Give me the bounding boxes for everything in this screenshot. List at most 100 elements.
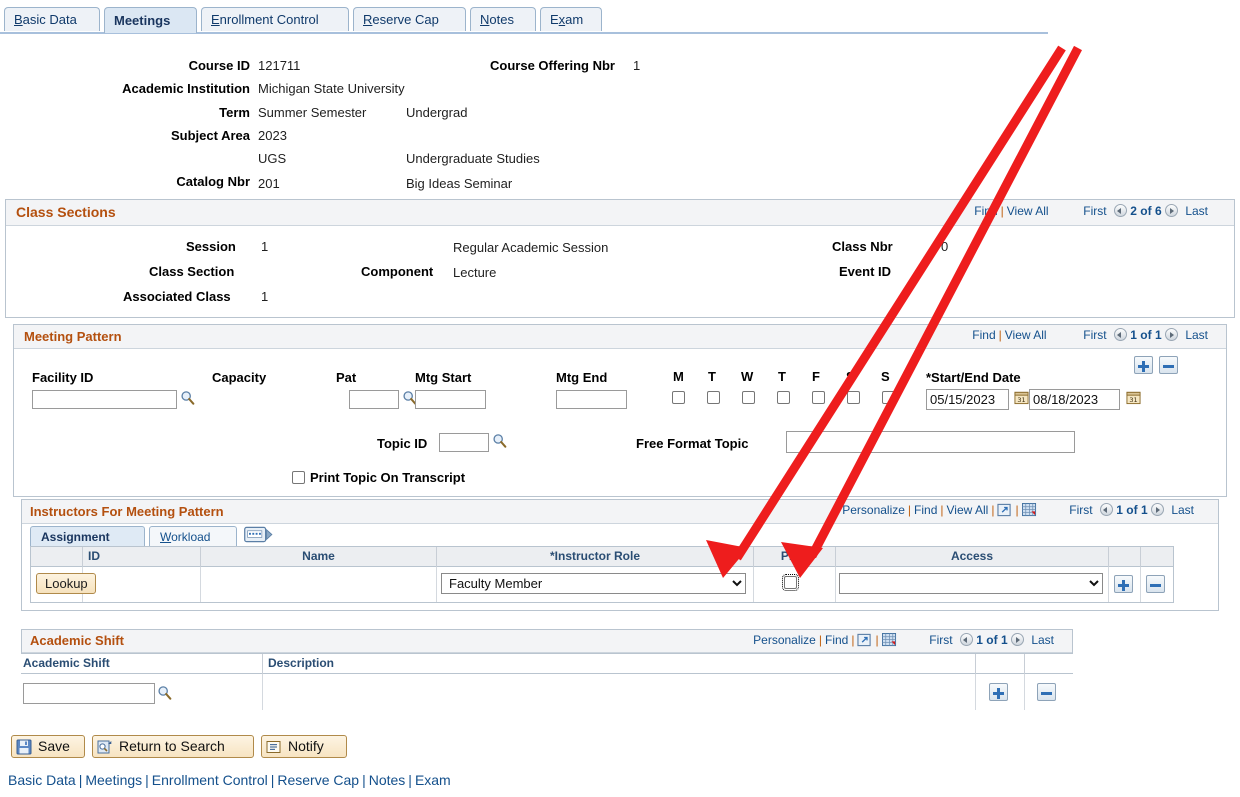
tab-exam-label: am: [565, 12, 584, 27]
academic-shift-last-link[interactable]: Last: [1031, 633, 1054, 647]
class-sections-first-link[interactable]: First: [1083, 204, 1106, 218]
academic-shift-delete-row-button[interactable]: [1037, 683, 1056, 701]
subject-area-label: Subject Area: [171, 128, 250, 143]
tab-exam[interactable]: Exam: [540, 7, 602, 31]
day-checkbox-monday[interactable]: [672, 391, 685, 404]
meeting-pattern-delete-row-button[interactable]: [1159, 356, 1178, 374]
col-description: Description: [263, 654, 976, 674]
mtg-end-input[interactable]: [556, 390, 627, 409]
class-sections-find-link[interactable]: Find: [974, 204, 997, 218]
day-checkbox-thursday[interactable]: [777, 391, 790, 404]
main-tab-strip: Basic Data Meetings Enrollment Control R…: [0, 7, 1048, 34]
instructor-print-checkbox[interactable]: [782, 574, 799, 591]
instructor-lookup-button[interactable]: Lookup: [36, 573, 96, 594]
day-checkbox-wednesday[interactable]: [742, 391, 755, 404]
associated-class-label: Associated Class: [123, 289, 231, 304]
instructors-view-all-link[interactable]: View All: [947, 503, 989, 517]
footer-link-meetings[interactable]: Meetings: [85, 772, 142, 788]
topic-id-input[interactable]: [439, 433, 489, 452]
instructor-role-select[interactable]: Faculty Member: [441, 573, 746, 594]
academic-shift-first-link[interactable]: First: [929, 633, 952, 647]
instructor-delete-row-button[interactable]: [1146, 575, 1165, 593]
instructors-last-link[interactable]: Last: [1171, 503, 1194, 517]
instructors-next-arrow-icon[interactable]: [1150, 503, 1164, 516]
meeting-pattern-next-arrow-icon[interactable]: [1164, 328, 1178, 341]
course-id-value: 121711: [258, 58, 301, 73]
tab-meetings[interactable]: Meetings: [104, 7, 197, 33]
facility-id-lookup-icon[interactable]: [180, 390, 195, 405]
free-format-topic-input[interactable]: [786, 431, 1075, 453]
day-checkbox-saturday[interactable]: [847, 391, 860, 404]
print-topic-on-transcript-checkbox[interactable]: [292, 471, 305, 484]
academic-shift-lookup-icon[interactable]: [157, 685, 172, 700]
footer-link-basic-data[interactable]: Basic Data: [8, 772, 76, 788]
academic-shift-add-row-button[interactable]: [989, 683, 1008, 701]
footer-link-notes[interactable]: Notes: [369, 772, 406, 788]
class-sections-prev-arrow-icon[interactable]: [1113, 204, 1127, 217]
day-label-saturday: S: [846, 369, 855, 384]
instructors-prev-arrow-icon[interactable]: [1099, 503, 1113, 516]
instructors-personalize-link[interactable]: Personalize: [842, 503, 905, 517]
instructors-find-link[interactable]: Find: [914, 503, 937, 517]
meeting-pattern-find-link[interactable]: Find: [972, 328, 995, 342]
academic-shift-input[interactable]: [23, 683, 155, 704]
academic-shift-prev-arrow-icon[interactable]: [959, 633, 973, 646]
instructors-new-window-icon[interactable]: [997, 503, 1012, 520]
subtab-assignment[interactable]: Assignment: [30, 526, 145, 547]
footer-link-reserve-cap[interactable]: Reserve Cap: [277, 772, 359, 788]
instructor-access-select[interactable]: [839, 573, 1103, 594]
footer-link-enrollment-control[interactable]: Enrollment Control: [152, 772, 268, 788]
class-sections-title: Class Sections: [16, 204, 116, 220]
tab-basic-data[interactable]: Basic Data: [4, 7, 100, 31]
meeting-pattern-first-link[interactable]: First: [1083, 328, 1106, 342]
start-date-input[interactable]: [926, 389, 1009, 410]
pat-input[interactable]: [349, 390, 399, 409]
meeting-pattern-add-row-button[interactable]: [1134, 356, 1153, 374]
start-date-calendar-icon[interactable]: 31: [1014, 390, 1029, 405]
tab-enrollment-control[interactable]: Enrollment Control: [201, 7, 349, 31]
academic-shift-next-arrow-icon[interactable]: [1010, 633, 1024, 646]
day-label-friday: F: [812, 369, 820, 384]
expand-grid-icon[interactable]: [244, 526, 273, 548]
academic-shift-personalize-link[interactable]: Personalize: [753, 633, 816, 647]
associated-class-value: 1: [261, 289, 269, 304]
notify-button[interactable]: Notify: [261, 735, 347, 758]
academic-shift-new-window-icon[interactable]: [857, 633, 872, 650]
class-sections-next-arrow-icon[interactable]: [1164, 204, 1178, 217]
topic-id-lookup-icon[interactable]: [492, 433, 507, 448]
col-academic-shift: Academic Shift: [21, 654, 263, 674]
class-sections-last-link[interactable]: Last: [1185, 204, 1208, 218]
meeting-pattern-last-link[interactable]: Last: [1185, 328, 1208, 342]
day-checkbox-sunday[interactable]: [882, 391, 895, 404]
subtab-workload[interactable]: Workload: [149, 526, 237, 547]
tab-notes[interactable]: Notes: [470, 7, 536, 31]
day-label-wednesday: W: [741, 369, 754, 384]
instructors-first-link[interactable]: First: [1069, 503, 1092, 517]
subtab-workload-label: orkload: [171, 530, 211, 544]
capacity-label: Capacity: [212, 370, 267, 385]
end-date-input[interactable]: [1029, 389, 1120, 410]
day-checkbox-tuesday[interactable]: [707, 391, 720, 404]
meeting-pattern-view-all-link[interactable]: View All: [1005, 328, 1047, 342]
instructors-download-to-excel-icon[interactable]: [1021, 503, 1037, 520]
col-delete: [1141, 547, 1173, 567]
tab-reserve-cap[interactable]: Reserve Cap: [353, 7, 466, 31]
nav-separator: |: [1000, 204, 1004, 218]
free-format-topic-label: Free Format Topic: [636, 436, 749, 451]
class-sections-view-all-link[interactable]: View All: [1007, 204, 1049, 218]
academic-institution-label: Academic Institution: [122, 81, 250, 96]
return-to-search-button[interactable]: Return to Search: [92, 735, 254, 758]
academic-shift-find-link[interactable]: Find: [825, 633, 848, 647]
save-button[interactable]: Save: [11, 735, 85, 758]
footer-link-exam[interactable]: Exam: [415, 772, 451, 788]
mtg-start-input[interactable]: [415, 390, 486, 409]
academic-shift-download-to-excel-icon[interactable]: [881, 633, 897, 650]
instructor-add-row-button[interactable]: [1114, 575, 1133, 593]
meeting-pattern-prev-arrow-icon[interactable]: [1113, 328, 1127, 341]
day-checkbox-friday[interactable]: [812, 391, 825, 404]
facility-id-input[interactable]: [32, 390, 177, 409]
course-header: Course ID 121711 Course Offering Nbr 1 A…: [0, 52, 1240, 191]
end-date-calendar-icon[interactable]: 31: [1126, 390, 1141, 405]
facility-id-label: Facility ID: [32, 370, 94, 385]
subject-area-code-value: UGS: [258, 151, 287, 166]
